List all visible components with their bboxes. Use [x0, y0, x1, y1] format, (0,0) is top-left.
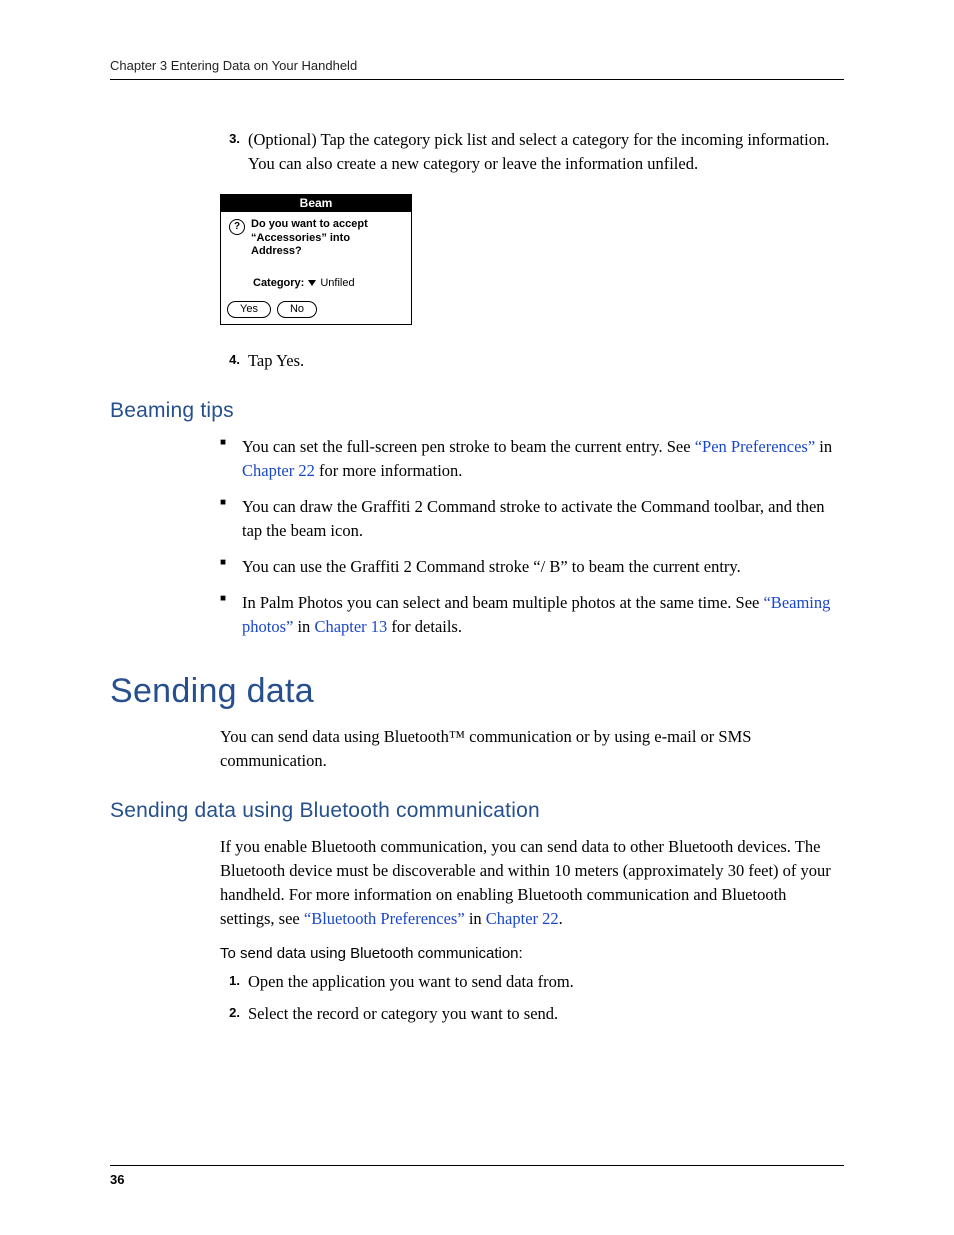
step-number: 4.: [220, 349, 248, 373]
tips-list: You can set the full-screen pen stroke t…: [220, 435, 844, 638]
list-item: In Palm Photos you can select and beam m…: [220, 591, 844, 639]
link-pen-preferences[interactable]: “Pen Preferences”: [695, 437, 815, 456]
heading-bluetooth: Sending data using Bluetooth communicati…: [110, 799, 844, 823]
paragraph: If you enable Bluetooth communication, y…: [220, 835, 844, 931]
bluetooth-body: If you enable Bluetooth communication, y…: [220, 835, 844, 1026]
link-bluetooth-preferences[interactable]: “Bluetooth Preferences”: [304, 909, 465, 928]
running-header: Chapter 3 Entering Data on Your Handheld: [110, 58, 844, 80]
dialog-body: ? Do you want to accept “Accessories” in…: [221, 212, 411, 301]
link-chapter-13[interactable]: Chapter 13: [314, 617, 387, 636]
chevron-down-icon: [308, 280, 316, 286]
step-4: 4. Tap Yes.: [220, 349, 844, 373]
dialog-message-row: ? Do you want to accept “Accessories” in…: [229, 218, 403, 259]
text: in: [293, 617, 314, 636]
sending-data-intro: You can send data using Bluetooth™ commu…: [220, 725, 844, 773]
text: in: [815, 437, 832, 456]
bt-step-1: 1. Open the application you want to send…: [220, 970, 844, 994]
text: for details.: [387, 617, 462, 636]
dialog-message: Do you want to accept “Accessories” into…: [251, 218, 403, 259]
page-number: 36: [110, 1165, 844, 1187]
category-picker[interactable]: Category: Unfiled: [253, 277, 403, 289]
step-number: 3.: [220, 128, 248, 176]
paragraph: You can send data using Bluetooth™ commu…: [220, 725, 844, 773]
dialog-buttons: Yes No: [221, 301, 411, 324]
step-text: Select the record or category you want t…: [248, 1002, 558, 1026]
procedure-heading: To send data using Bluetooth communicati…: [220, 945, 844, 962]
text: .: [559, 909, 563, 928]
beam-dialog: Beam ? Do you want to accept “Accessorie…: [220, 194, 412, 325]
dialog-title: Beam: [221, 195, 411, 212]
list-item: You can set the full-screen pen stroke t…: [220, 435, 844, 483]
heading-sending-data: Sending data: [110, 672, 844, 711]
list-item: You can use the Graffiti 2 Command strok…: [220, 555, 844, 579]
link-chapter-22b[interactable]: Chapter 22: [486, 909, 559, 928]
beaming-tips-body: You can set the full-screen pen stroke t…: [220, 435, 844, 638]
dialog-screenshot: Beam ? Do you want to accept “Accessorie…: [220, 194, 844, 325]
question-icon: ?: [229, 219, 245, 235]
step-number: 1.: [220, 970, 248, 994]
category-label: Category:: [253, 277, 304, 289]
step-text: Tap Yes.: [248, 349, 304, 373]
text: for more information.: [315, 461, 463, 480]
text: In Palm Photos you can select and beam m…: [242, 593, 763, 612]
bt-step-2: 2. Select the record or category you wan…: [220, 1002, 844, 1026]
page: Chapter 3 Entering Data on Your Handheld…: [0, 0, 954, 1235]
body-column: 3. (Optional) Tap the category pick list…: [220, 128, 844, 373]
heading-beaming-tips: Beaming tips: [110, 399, 844, 423]
step-number: 2.: [220, 1002, 248, 1026]
step-3: 3. (Optional) Tap the category pick list…: [220, 128, 844, 176]
text: in: [465, 909, 486, 928]
category-value: Unfiled: [320, 277, 354, 289]
step-text: Open the application you want to send da…: [248, 970, 574, 994]
yes-button[interactable]: Yes: [227, 301, 271, 318]
link-chapter-22[interactable]: Chapter 22: [242, 461, 315, 480]
no-button[interactable]: No: [277, 301, 317, 318]
list-item: You can draw the Graffiti 2 Command stro…: [220, 495, 844, 543]
text: You can set the full-screen pen stroke t…: [242, 437, 695, 456]
step-text: (Optional) Tap the category pick list an…: [248, 128, 844, 176]
